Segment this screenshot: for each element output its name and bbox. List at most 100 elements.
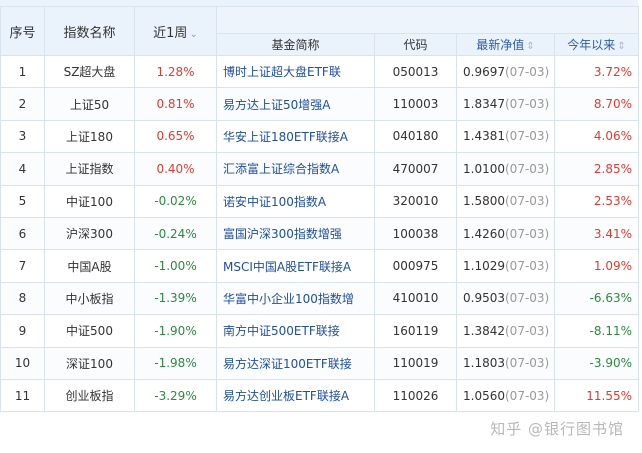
header-nav-label: 最新净值 xyxy=(476,38,525,52)
row-nav-value: 1.8347 xyxy=(463,97,505,112)
row-code: 000975 xyxy=(374,249,457,283)
row-index-name: 沪深300 xyxy=(44,216,135,251)
header-seq: 序号 xyxy=(0,6,45,56)
row-nav-date: (07-03) xyxy=(505,323,550,338)
row-nav-date: (07-03) xyxy=(505,161,550,176)
row-seq: 11 xyxy=(0,378,45,413)
header-ytd-sort[interactable]: 今年以来 ⇕ xyxy=(554,33,639,56)
row-week-change: -0.02% xyxy=(134,184,217,218)
table-row: 10 深证100 -1.98% 易方达深证100ETF联接 110019 1.1803(0… xyxy=(0,346,639,380)
header-code: 代码 xyxy=(374,33,457,56)
fund-index-table: 序号 指数名称 近1周 ⌄ 基金简称 代码 最新净值 ⇕ 今年以来 ⇕ 1 SZ超大盘 1… xyxy=(0,6,639,413)
row-ytd-change: -8.11% xyxy=(554,314,639,348)
row-nav: 1.1029(07-03) xyxy=(456,249,555,283)
table-row: 2 上证50 0.81% 易方达上证50增强A 110003 1.8347(07-03) 8… xyxy=(0,87,639,121)
row-week-change: 0.81% xyxy=(134,87,217,121)
row-fund-link[interactable]: 汇添富上证综合指数A xyxy=(216,152,375,186)
row-nav: 1.0560(07-03) xyxy=(456,378,555,413)
row-seq: 1 xyxy=(0,54,45,89)
row-week-change: -1.98% xyxy=(134,346,217,380)
chevron-down-icon: ⌄ xyxy=(189,28,198,40)
row-nav: 1.8347(07-03) xyxy=(456,87,555,121)
row-fund-link[interactable]: 易方达深证100ETF联接 xyxy=(216,346,375,380)
row-seq: 3 xyxy=(0,119,45,154)
row-code: 160119 xyxy=(374,314,457,348)
row-code: 050013 xyxy=(374,54,457,89)
row-fund-link[interactable]: 易方达创业板ETF联接A xyxy=(216,378,375,413)
row-nav-date: (07-03) xyxy=(505,226,550,241)
row-nav: 1.4381(07-03) xyxy=(456,119,555,154)
row-index-name: 创业板指 xyxy=(44,378,135,413)
row-code: 040180 xyxy=(374,119,457,154)
table-row: 9 中证500 -1.90% 南方中证500ETF联接 160119 1.3842(07-… xyxy=(0,314,639,348)
table-row: 1 SZ超大盘 1.28% 博时上证超大盘ETF联 050013 0.9697(07-03… xyxy=(0,54,639,89)
row-nav-value: 1.0560 xyxy=(463,388,505,403)
row-nav-value: 1.5800 xyxy=(463,194,505,209)
table-row: 6 沪深300 -0.24% 富国沪深300指数增强 100038 1.4260(07-0… xyxy=(0,216,639,251)
row-code: 110003 xyxy=(374,87,457,121)
row-code: 110026 xyxy=(374,378,457,413)
row-fund-link[interactable]: 华安上证180ETF联接A xyxy=(216,119,375,154)
row-code: 320010 xyxy=(374,184,457,218)
header-week-sort[interactable]: 近1周 ⌄ xyxy=(134,6,217,56)
row-index-name: 上证指数 xyxy=(44,152,135,186)
row-week-change: 1.28% xyxy=(134,54,217,89)
row-seq: 5 xyxy=(0,184,45,218)
row-fund-link[interactable]: 诺安中证100指数A xyxy=(216,184,375,218)
sort-icon: ⇕ xyxy=(526,41,535,52)
table-row: 4 上证指数 0.40% 汇添富上证综合指数A 470007 1.0100(07-03) 2… xyxy=(0,152,639,186)
row-nav-value: 1.4381 xyxy=(463,129,505,144)
row-ytd-change: 4.06% xyxy=(554,119,639,154)
row-nav-value: 0.9697 xyxy=(463,64,505,79)
row-nav-value: 1.1029 xyxy=(463,259,505,274)
table-row: 3 上证180 0.65% 华安上证180ETF联接A 040180 1.4381(07-… xyxy=(0,119,639,154)
row-ytd-change: -6.63% xyxy=(554,281,639,316)
row-week-change: -0.24% xyxy=(134,216,217,251)
row-fund-link[interactable]: 易方达上证50增强A xyxy=(216,87,375,121)
row-fund-link[interactable]: 博时上证超大盘ETF联 xyxy=(216,54,375,89)
row-nav-date: (07-03) xyxy=(505,259,550,274)
row-ytd-change: 3.72% xyxy=(554,54,639,89)
table-row: 11 创业板指 -3.29% 易方达创业板ETF联接A 110026 1.0560(07-… xyxy=(0,378,639,413)
row-seq: 9 xyxy=(0,314,45,348)
row-week-change: -1.00% xyxy=(134,249,217,283)
row-code: 410010 xyxy=(374,281,457,316)
row-code: 110019 xyxy=(374,346,457,380)
row-fund-link[interactable]: 南方中证500ETF联接 xyxy=(216,314,375,348)
row-code: 470007 xyxy=(374,152,457,186)
row-ytd-change: 3.41% xyxy=(554,216,639,251)
row-nav-date: (07-03) xyxy=(505,194,550,209)
row-seq: 7 xyxy=(0,249,45,283)
row-nav: 1.1803(07-03) xyxy=(456,346,555,380)
row-seq: 2 xyxy=(0,87,45,121)
row-nav-value: 1.1803 xyxy=(463,356,505,371)
row-nav: 0.9697(07-03) xyxy=(456,54,555,89)
row-seq: 6 xyxy=(0,216,45,251)
header-row-top: 序号 指数名称 近1周 ⌄ xyxy=(0,6,639,56)
row-fund-link[interactable]: MSCI中国A股ETF联接A xyxy=(216,249,375,283)
row-ytd-change: 8.70% xyxy=(554,87,639,121)
header-index-name: 指数名称 xyxy=(44,6,135,56)
row-week-change: -1.39% xyxy=(134,281,217,316)
row-index-name: 上证180 xyxy=(44,119,135,154)
header-ytd-label: 今年以来 xyxy=(567,38,616,52)
row-nav-date: (07-03) xyxy=(505,97,550,112)
header-nav-sort[interactable]: 最新净值 ⇕ xyxy=(456,33,555,56)
row-index-name: 中国A股 xyxy=(44,249,135,283)
row-fund-link[interactable]: 华富中小企业100指数增 xyxy=(216,281,375,316)
row-nav-value: 1.3842 xyxy=(463,323,505,338)
row-week-change: -1.90% xyxy=(134,314,217,348)
row-nav-date: (07-03) xyxy=(505,356,550,371)
row-ytd-change: 2.85% xyxy=(554,152,639,186)
row-index-name: 中小板指 xyxy=(44,281,135,316)
header-fund-name: 基金简称 xyxy=(216,33,375,56)
fund-table-container: 序号 指数名称 近1周 ⌄ 基金简称 代码 最新净值 ⇕ 今年以来 ⇕ 1 SZ超大盘 1… xyxy=(0,0,639,448)
row-fund-link[interactable]: 富国沪深300指数增强 xyxy=(216,216,375,251)
row-seq: 8 xyxy=(0,281,45,316)
row-week-change: 0.40% xyxy=(134,152,217,186)
row-nav-value: 0.9503 xyxy=(463,291,505,306)
row-week-change: 0.65% xyxy=(134,119,217,154)
row-nav-value: 1.4260 xyxy=(463,226,505,241)
row-ytd-change: 1.09% xyxy=(554,249,639,283)
row-nav: 1.5800(07-03) xyxy=(456,184,555,218)
